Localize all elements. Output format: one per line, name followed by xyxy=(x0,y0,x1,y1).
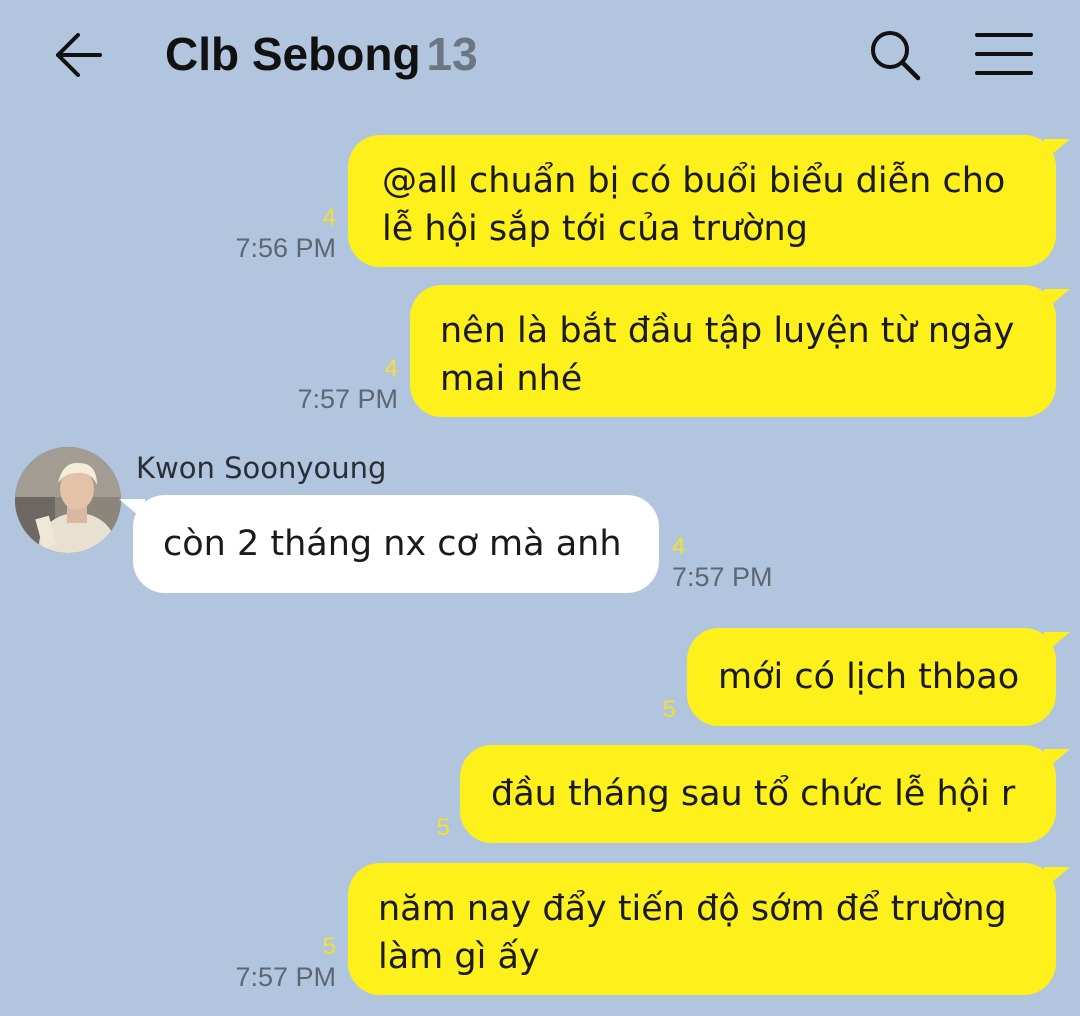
message-bubble-sent[interactable]: đầu tháng sau tổ chức lễ hội r xyxy=(460,745,1070,843)
message-time: 7:57 PM xyxy=(672,562,773,592)
message-meta: 5 xyxy=(600,696,676,724)
message-bubble-sent[interactable]: nên là bắt đầu tập luyện từ ngày mai nhé xyxy=(410,285,1070,417)
bubble-tail xyxy=(1044,749,1070,771)
message-time: 7:56 PM xyxy=(235,233,336,263)
unread-count: 4 xyxy=(384,355,398,382)
back-button[interactable] xyxy=(50,26,108,84)
bubble-tail xyxy=(119,499,145,521)
unread-count: 5 xyxy=(436,814,450,841)
profile-photo-avatar xyxy=(15,447,121,553)
bubble-tail xyxy=(1044,289,1070,311)
message-bubble-received[interactable]: còn 2 tháng nx cơ mà anh xyxy=(119,495,659,593)
message-text-line: làm gì ấy xyxy=(378,937,540,977)
unread-count: 4 xyxy=(322,204,336,231)
message-text-line: đầu tháng sau tổ chức lễ hội r xyxy=(491,774,1016,814)
message-meta: 5 7:57 PM xyxy=(180,933,336,993)
chat-room-name: Clb Sebong xyxy=(165,28,421,80)
unread-count: 4 xyxy=(672,533,686,560)
message-text-line: năm nay đẩy tiến độ sớm để trường xyxy=(378,889,1007,929)
message-bubble-sent[interactable]: @all chuẩn bị có buổi biểu diễn cho lễ h… xyxy=(348,135,1070,267)
message-meta: 4 7:57 PM xyxy=(240,355,398,415)
message-time: 7:57 PM xyxy=(235,962,336,992)
message-text-line: còn 2 tháng nx cơ mà anh xyxy=(163,524,622,564)
menu-button[interactable] xyxy=(972,26,1036,84)
chat-header: Clb Sebong 13 xyxy=(0,0,1080,110)
avatar[interactable] xyxy=(15,447,121,553)
message-meta: 4 7:57 PM xyxy=(672,533,802,593)
message-meta: 4 7:56 PM xyxy=(180,204,336,264)
message-text-line: lễ hội sắp tới của trường xyxy=(382,209,808,249)
message-text-line: @all chuẩn bị có buổi biểu diễn cho xyxy=(382,161,1006,201)
hamburger-menu-icon xyxy=(975,33,1033,75)
chat-title: Clb Sebong 13 xyxy=(165,24,478,84)
bubble-tail xyxy=(1044,867,1070,889)
unread-count: 5 xyxy=(322,933,336,960)
message-text-line: mới có lịch thbao xyxy=(718,657,1020,697)
search-button[interactable] xyxy=(866,26,924,84)
message-text-line: mai nhé xyxy=(440,359,583,399)
message-text-line: nên là bắt đầu tập luyện từ ngày xyxy=(440,311,1015,351)
message-meta: 5 xyxy=(380,814,450,842)
bubble-tail xyxy=(1044,139,1070,161)
search-icon xyxy=(871,31,921,81)
member-count: 13 xyxy=(426,28,478,80)
bubble-tail xyxy=(1044,632,1070,654)
unread-count: 5 xyxy=(662,696,676,723)
message-bubble-sent[interactable]: năm nay đẩy tiến độ sớm để trường làm gì… xyxy=(348,863,1070,995)
arrow-left-icon xyxy=(56,33,102,77)
message-time: 7:57 PM xyxy=(297,384,398,414)
message-bubble-sent[interactable]: mới có lịch thbao xyxy=(687,628,1070,726)
sender-name: Kwon Soonyoung xyxy=(136,451,387,485)
